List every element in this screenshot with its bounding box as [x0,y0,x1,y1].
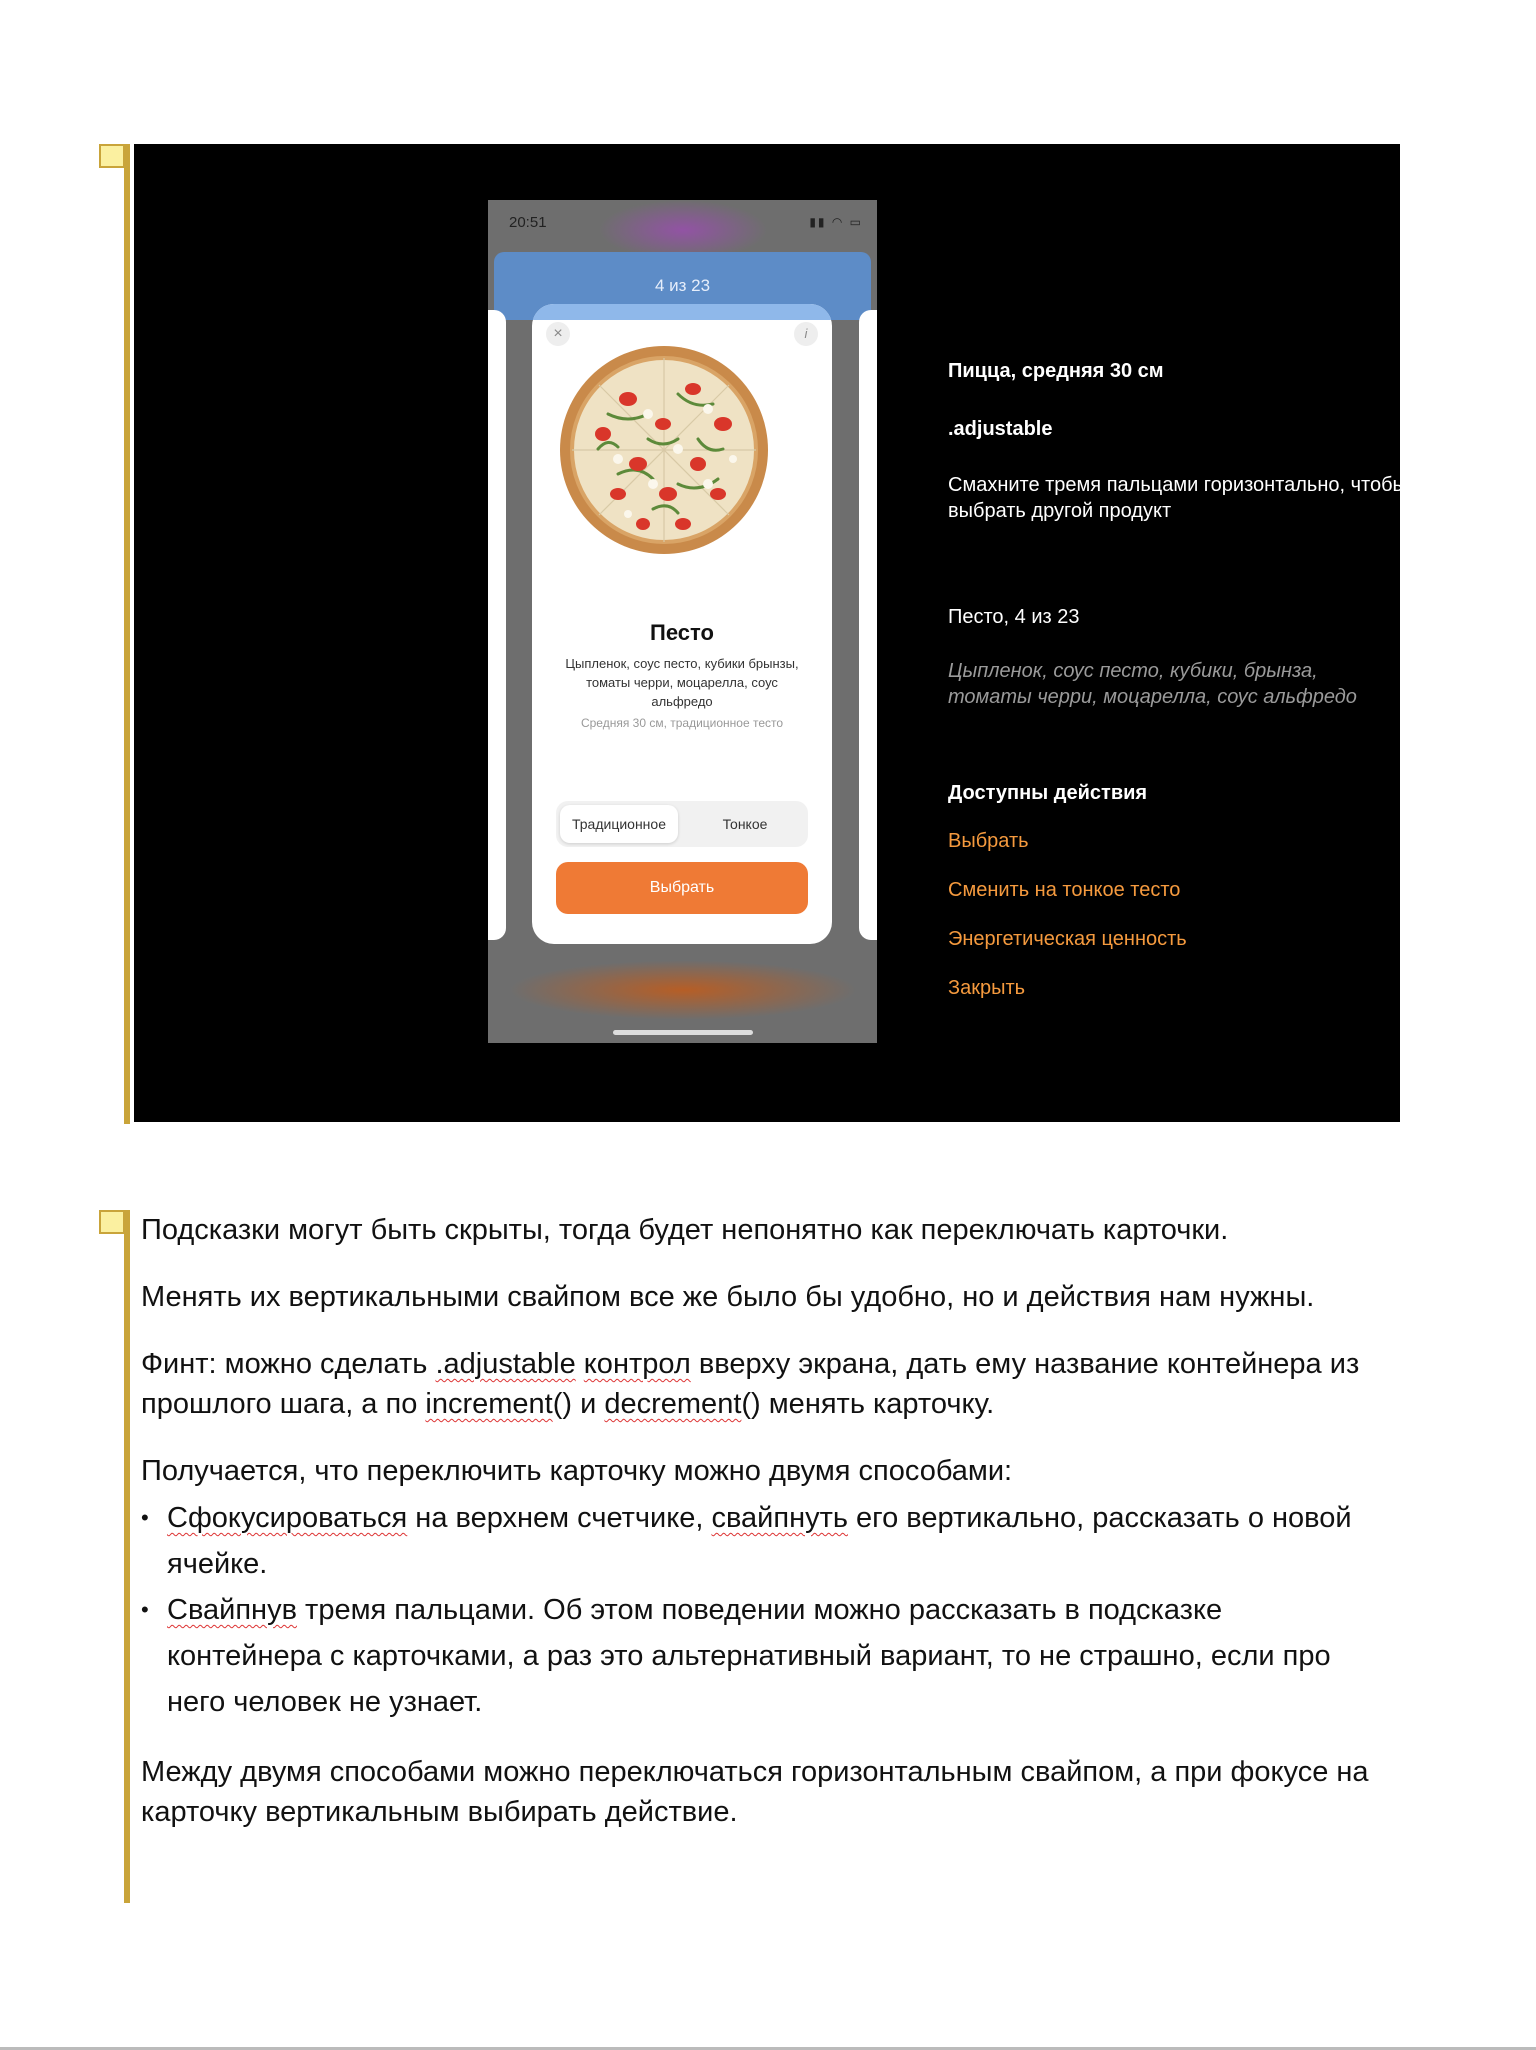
comment-marker[interactable] [99,1210,125,1234]
home-indicator[interactable] [613,1030,753,1035]
note-text: () менять карточку. [741,1388,995,1420]
pizza-size: Средняя 30 см, традиционное тесто [580,716,784,730]
note-text: тремя пальцами. Об этом поведении можно … [167,1594,1331,1718]
bottom-glow [508,960,858,1020]
close-icon[interactable]: × [546,322,570,346]
dough-option-thin[interactable]: Тонкое [686,805,804,843]
action-select: Выбрать [948,830,1029,852]
note-paragraph: Менять их вертикальными свайпом все же б… [141,1281,1315,1313]
comment-marker[interactable] [99,144,125,168]
top-glow [598,200,768,260]
product-card[interactable]: × i Песто Цыпленок, соус песто, кубики б… [532,304,832,944]
status-time: 20:51 [509,214,547,231]
card-top-highlight [532,304,832,320]
actions-title: Доступны действия [948,782,1148,804]
select-button[interactable]: Выбрать [556,862,808,914]
dough-selector[interactable]: Традиционное Тонкое [556,801,808,847]
note-text: контрол [583,1348,691,1380]
note-paragraph: Финт: можно сделать .adjustable контрол … [141,1344,1381,1424]
next-card[interactable] [859,310,877,940]
comment-bar [124,1210,130,1903]
previous-card[interactable] [488,310,506,940]
screenshot-slide: 20:51 ▮▮ ◠ ▭ 4 из 23 × i Песто Цыпленок,… [134,144,1400,1122]
note-text: decrement [604,1388,742,1420]
description-text: Цыпленок, соус песто, кубики, брынза, то… [948,660,1357,708]
hint-text: Смахните тремя пальцами горизонтально, ч… [948,474,1400,522]
counter-text: 4 из 23 [654,276,711,295]
pizza-image [560,346,768,554]
note-text [576,1348,584,1380]
phone-screenshot: 20:51 ▮▮ ◠ ▭ 4 из 23 × i Песто Цыпленок,… [488,200,877,1043]
note-text: на верхнем счетчике, [407,1502,712,1534]
info-icon[interactable]: i [794,322,818,346]
note-list: Сфокусироваться на верхнем счетчике, сва… [141,1495,1381,1725]
action-close: Закрыть [948,977,1026,999]
trait-label: .adjustable [948,418,1053,440]
note-text: Сфокусироваться [167,1502,408,1534]
note-text: Финт: можно сделать [141,1348,436,1380]
note-paragraph: Между двумя способами можно переключатьс… [141,1756,1369,1828]
comment-bar [124,144,130,1124]
note-text: .adjustable [435,1348,576,1380]
note-text: свайпнуть [711,1502,848,1534]
value-text: Песто, 4 из 23 [948,606,1080,628]
note-paragraph: Получается, что переключить карточку мож… [141,1455,1013,1487]
container-label: Пицца, средняя 30 см [948,360,1164,382]
action-nutrition: Энергетическая ценность [948,928,1187,950]
list-item: Сфокусироваться на верхнем счетчике, сва… [141,1495,1381,1587]
note-text: () и [552,1388,605,1420]
action-thin-dough: Сменить на тонкое тесто [948,879,1181,901]
dough-option-traditional[interactable]: Традиционное [560,805,678,843]
pizza-description: Цыпленок, соус песто, кубики брынзы, том… [565,656,799,709]
note-text: Свайпнув [167,1594,297,1626]
signal-wifi-battery-icon: ▮▮ ◠ ▭ [809,215,863,229]
note-text: increment [425,1388,553,1420]
pizza-title: Песто [650,620,714,645]
list-item: Свайпнув тремя пальцами. Об этом поведен… [141,1587,1381,1725]
note-paragraph: Подсказки могут быть скрыты, тогда будет… [141,1214,1229,1246]
notes-block: Подсказки могут быть скрыты, тогда будет… [141,1210,1381,1859]
